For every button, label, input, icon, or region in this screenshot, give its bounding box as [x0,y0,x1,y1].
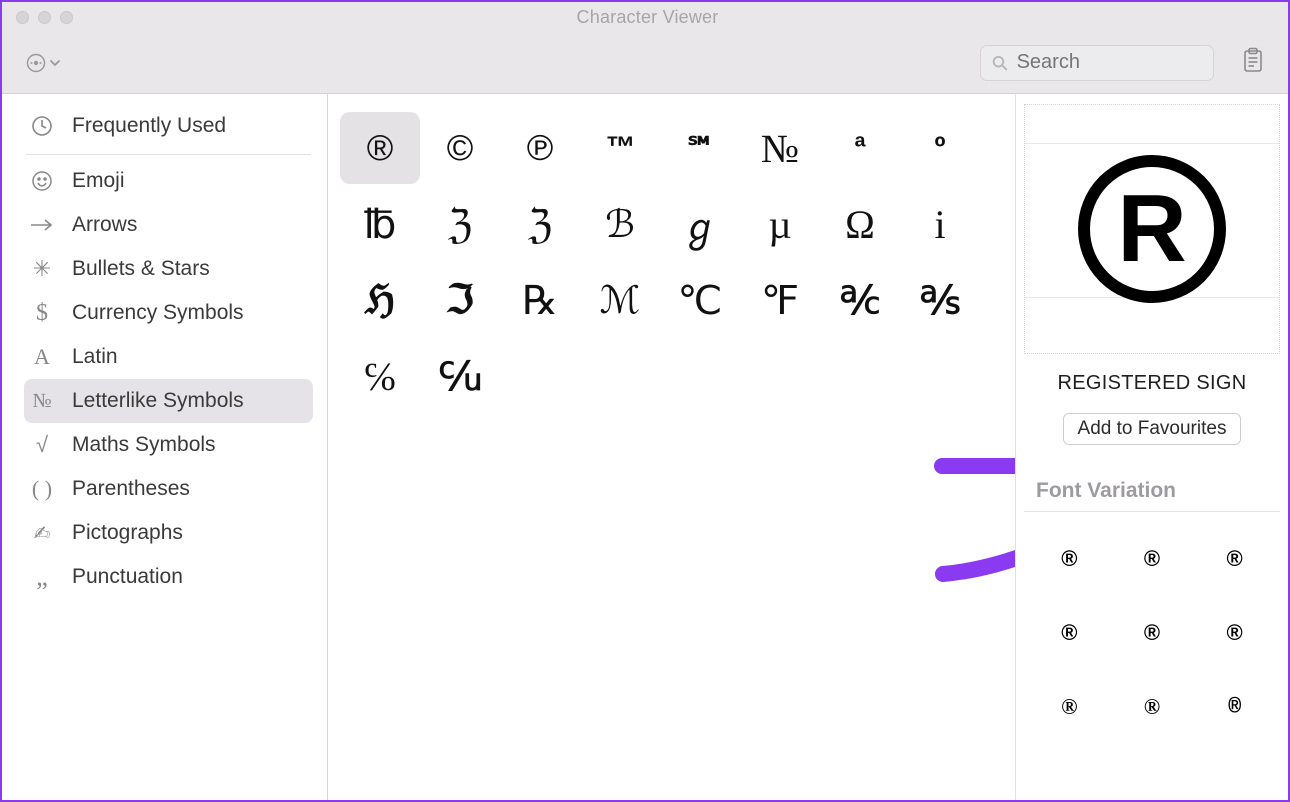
close-window-button[interactable] [16,11,29,24]
character-cell[interactable]: ℁ [900,264,980,336]
sidebar-item-latin[interactable]: A Latin [24,335,313,379]
font-variation-grid: ® ® ® ® ® ® ® ® ® [1024,512,1280,754]
minimize-window-button[interactable] [38,11,51,24]
font-variation-cell[interactable]: ® [1061,620,1077,646]
clock-icon [28,115,56,137]
settings-menu-button[interactable] [26,53,62,73]
sidebar-item-bullets-stars[interactable]: ✳︎ Bullets & Stars [24,247,313,291]
sidebar-item-label: Currency Symbols [72,301,244,325]
character-inspector: R REGISTERED SIGN Add to Favourites Font… [1016,94,1288,800]
character-cell[interactable]: ℗ [500,112,580,184]
sidebar-item-emoji[interactable]: Emoji [24,159,313,203]
character-cell[interactable]: ℃ [660,264,740,336]
character-cell[interactable]: © [420,112,500,184]
character-cell[interactable]: ℞ [500,264,580,336]
character-cell[interactable]: ℨ [500,188,580,260]
character-cell[interactable]: º [900,112,980,184]
writing-hand-icon: ✍︎ [28,521,56,546]
character-cell[interactable]: ℑ [420,264,500,336]
titlebar: Character Viewer [2,2,1288,32]
sidebar-toggle-button[interactable] [1242,47,1264,78]
font-variation-cell[interactable]: ® [1227,620,1243,646]
arrow-right-icon [28,218,56,232]
sidebar-item-punctuation[interactable]: „ Punctuation [24,555,313,599]
chevron-down-icon [48,56,62,70]
glyph-preview: R [1024,104,1280,354]
character-cell[interactable]: ® [340,112,420,184]
clipboard-icon [1242,47,1264,73]
category-sidebar: Frequently Used Emoji Arrows ✳︎ Bullets … [2,94,328,800]
character-cell[interactable]: ™ [580,112,660,184]
sidebar-item-maths[interactable]: √ Maths Symbols [24,423,313,467]
font-variation-cell[interactable]: ® [1228,695,1241,720]
font-variation-cell[interactable]: ® [1227,546,1243,572]
character-cell[interactable]: ª [820,112,900,184]
character-cell[interactable]: ℆ [420,340,500,412]
character-cell[interactable]: ℳ [580,264,660,336]
sidebar-separator [26,154,311,155]
sidebar-item-label: Pictographs [72,521,183,545]
character-cell[interactable]: ℊ [660,188,740,260]
svg-text:R: R [1117,175,1186,282]
font-variation-cell[interactable]: ® [1144,546,1160,572]
font-variation-cell[interactable]: ® [1144,694,1160,720]
character-name: REGISTERED SIGN [1024,372,1280,395]
character-cell[interactable]: ℬ [580,188,660,260]
sidebar-item-label: Bullets & Stars [72,257,210,281]
gear-icon [26,53,46,73]
character-grid-area: ®©℗™℠№ªº℔ℨℨℬℊµΩiℌℑ℞ℳ℃℉℀℁℅℆ [328,94,1016,800]
search-input[interactable] [1017,51,1203,74]
sidebar-item-pictographs[interactable]: ✍︎ Pictographs [24,511,313,555]
annotation-arrow [937,444,1016,484]
sidebar-item-parentheses[interactable]: ( ) Parentheses [24,467,313,511]
sidebar-item-label: Letterlike Symbols [72,389,244,413]
character-cell[interactable]: i [900,188,980,260]
character-cell[interactable]: Ω [820,188,900,260]
character-grid: ®©℗™℠№ªº℔ℨℨℬℊµΩiℌℑ℞ℳ℃℉℀℁℅℆ [340,112,1005,412]
zoom-window-button[interactable] [60,11,73,24]
sidebar-item-label: Punctuation [72,565,183,589]
character-cell[interactable]: ℉ [740,264,820,336]
search-field[interactable] [980,45,1214,81]
sqrt-icon: √ [28,432,56,458]
font-variation-header: Font Variation [1024,475,1280,512]
add-to-favourites-button[interactable]: Add to Favourites [1063,413,1242,445]
sidebar-item-label: Latin [72,345,118,369]
sidebar-item-arrows[interactable]: Arrows [24,203,313,247]
emoji-icon [28,170,56,192]
sidebar-item-frequently-used[interactable]: Frequently Used [24,104,313,148]
character-cell[interactable]: ℨ [420,188,500,260]
font-variation-cell[interactable]: ® [1061,546,1077,572]
comma-icon: „ [28,572,56,582]
dollar-icon: $ [28,300,56,327]
sidebar-item-label: Maths Symbols [72,433,216,457]
sidebar-item-currency[interactable]: $ Currency Symbols [24,291,313,335]
sidebar-item-label: Frequently Used [72,114,226,138]
font-variation-cell[interactable]: ® [1061,694,1077,720]
sparkle-icon: ✳︎ [28,256,56,282]
font-variation-cell[interactable]: ® [1144,620,1160,646]
sidebar-item-letterlike[interactable]: № Letterlike Symbols [24,379,313,423]
character-cell[interactable]: ℔ [340,188,420,260]
numero-icon: № [28,390,56,413]
sidebar-item-label: Parentheses [72,477,190,501]
character-cell[interactable]: ℅ [340,340,420,412]
sidebar-item-label: Emoji [72,169,125,193]
glyph-preview-char: R [1072,149,1232,309]
window-title: Character Viewer [73,7,1222,28]
sidebar-item-label: Arrows [72,213,137,237]
character-cell[interactable]: ℠ [660,112,740,184]
character-cell[interactable]: № [740,112,820,184]
character-cell[interactable]: ℌ [340,264,420,336]
annotation-arrow [937,534,1016,574]
character-cell[interactable]: ℀ [820,264,900,336]
toolbar [2,32,1288,94]
parens-icon: ( ) [28,476,56,502]
search-icon [991,53,1009,73]
window-traffic-lights [16,11,73,24]
character-cell[interactable]: µ [740,188,820,260]
letter-a-icon: A [28,344,56,370]
